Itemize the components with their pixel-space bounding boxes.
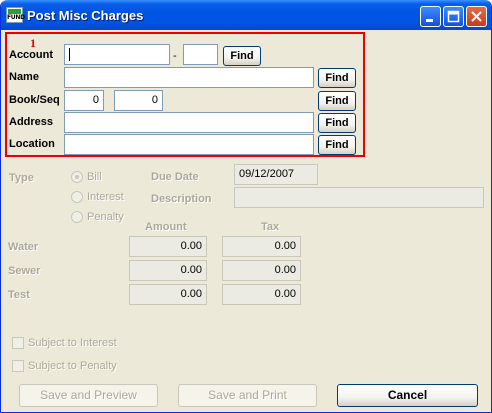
water-label: Water bbox=[8, 241, 39, 253]
account-separator: - bbox=[173, 50, 177, 62]
close-icon bbox=[471, 11, 482, 22]
subject-to-penalty-label: Subject to Penalty bbox=[28, 360, 117, 372]
sewer-label: Sewer bbox=[8, 265, 41, 277]
maximize-icon bbox=[447, 10, 460, 23]
type-label: Type bbox=[9, 172, 34, 184]
subject-to-interest-checkbox[interactable] bbox=[12, 337, 24, 349]
water-tax-input[interactable]: 0.00 bbox=[222, 236, 301, 257]
close-window-button[interactable] bbox=[466, 6, 487, 27]
maximize-button[interactable] bbox=[443, 6, 464, 27]
type-bill-radio[interactable] bbox=[71, 171, 83, 183]
due-date-label: Due Date bbox=[151, 171, 199, 183]
subject-to-penalty-checkbox[interactable] bbox=[12, 360, 24, 372]
window-title: Post Misc Charges bbox=[27, 8, 144, 23]
save-and-print-button[interactable]: Save and Print bbox=[178, 384, 317, 407]
sewer-amount-input[interactable]: 0.00 bbox=[129, 260, 207, 281]
description-label: Description bbox=[151, 193, 212, 205]
type-interest-label: Interest bbox=[87, 191, 124, 203]
location-input[interactable] bbox=[64, 134, 314, 155]
book-input[interactable]: 0 bbox=[64, 90, 104, 111]
location-find-button[interactable]: Find bbox=[318, 135, 356, 155]
minimize-icon bbox=[426, 19, 433, 22]
fund-app-icon: FUND bbox=[6, 7, 25, 23]
test-amount-input[interactable]: 0.00 bbox=[129, 284, 207, 305]
account-find-button[interactable]: Find bbox=[223, 46, 261, 66]
book-seq-find-button[interactable]: Find bbox=[318, 91, 356, 111]
water-amount-input[interactable]: 0.00 bbox=[129, 236, 207, 257]
due-date-input[interactable]: 09/12/2007 bbox=[234, 164, 318, 185]
account-suffix-input[interactable] bbox=[183, 44, 218, 65]
description-input[interactable] bbox=[234, 187, 484, 208]
tax-header: Tax bbox=[261, 221, 280, 233]
subject-to-interest-label: Subject to Interest bbox=[28, 337, 117, 349]
address-input[interactable] bbox=[64, 112, 314, 133]
title-bar[interactable]: FUND Post Misc Charges bbox=[1, 0, 491, 30]
address-label: Address bbox=[9, 116, 54, 128]
book-seq-label: Book/Seq bbox=[9, 94, 60, 106]
minimize-button[interactable] bbox=[420, 6, 441, 27]
location-label: Location bbox=[9, 138, 55, 150]
post-misc-charges-window: FUND Post Misc Charges 1 Account - Find … bbox=[0, 0, 492, 413]
sewer-tax-input[interactable]: 0.00 bbox=[222, 260, 301, 281]
name-input[interactable] bbox=[64, 67, 314, 88]
name-label: Name bbox=[9, 71, 39, 83]
name-find-button[interactable]: Find bbox=[318, 68, 356, 88]
type-penalty-label: Penalty bbox=[87, 211, 124, 223]
amount-header: Amount bbox=[145, 221, 187, 233]
save-and-preview-button[interactable]: Save and Preview bbox=[19, 384, 158, 407]
type-penalty-radio[interactable] bbox=[71, 211, 83, 223]
type-interest-radio[interactable] bbox=[71, 191, 83, 203]
account-input[interactable] bbox=[64, 44, 170, 65]
account-label: Account bbox=[9, 49, 53, 61]
type-bill-label: Bill bbox=[87, 171, 102, 183]
address-find-button[interactable]: Find bbox=[318, 113, 356, 133]
cancel-button[interactable]: Cancel bbox=[337, 384, 478, 407]
seq-input[interactable]: 0 bbox=[114, 90, 163, 111]
test-tax-input[interactable]: 0.00 bbox=[222, 284, 301, 305]
test-label: Test bbox=[8, 289, 30, 301]
